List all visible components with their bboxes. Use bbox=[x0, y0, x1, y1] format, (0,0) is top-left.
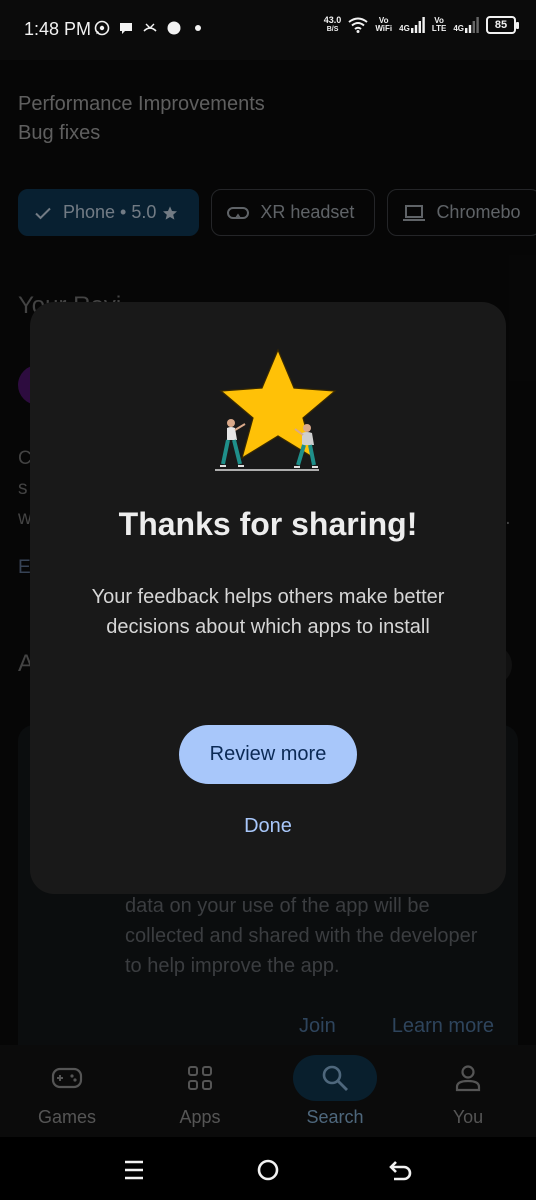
program-description: data on your use of the app will be coll… bbox=[125, 895, 478, 977]
nav-games[interactable]: Games bbox=[7, 1055, 127, 1135]
sim2-network: 4G bbox=[453, 24, 464, 33]
menu-button[interactable] bbox=[119, 1155, 149, 1185]
volte-bottom: LTE bbox=[431, 24, 447, 33]
chip-phone[interactable]: Phone • 5.0 bbox=[18, 189, 200, 236]
net-speed-value: 43.0 bbox=[323, 15, 342, 25]
nav-icon-container bbox=[426, 1055, 510, 1101]
wifi-icon bbox=[348, 17, 368, 33]
vowifi-label: Vo WiFi bbox=[375, 17, 392, 33]
chip-chromebook[interactable]: Chromebo bbox=[387, 189, 536, 236]
whats-new-line: Performance Improvements bbox=[18, 93, 265, 115]
nav-label: Apps bbox=[179, 1107, 221, 1127]
menu-icon bbox=[125, 1160, 143, 1180]
signal-bars-icon bbox=[465, 17, 479, 33]
dialog-message: Your feedback helps others make better d… bbox=[91, 586, 445, 638]
whats-new-text: Performance Improvements Bug fixes bbox=[18, 90, 265, 148]
text-fragment: s bbox=[18, 478, 28, 499]
chip-label: Phone • 5.0 bbox=[63, 202, 157, 222]
star-icon bbox=[163, 205, 178, 220]
chip-label: XR headset bbox=[260, 202, 355, 222]
nav-label: Games bbox=[37, 1107, 97, 1127]
vowifi-bottom: WiFi bbox=[375, 24, 393, 33]
home-icon bbox=[257, 1159, 279, 1181]
search-icon bbox=[322, 1065, 348, 1091]
net-speed: 43.0 B/S bbox=[324, 16, 342, 34]
signal-sim2: 4G bbox=[453, 17, 479, 33]
missed-call-icon bbox=[143, 23, 157, 32]
review-more-button[interactable]: Review more bbox=[179, 725, 357, 784]
signal-bars-icon bbox=[410, 17, 425, 33]
nav-label: You bbox=[452, 1107, 484, 1127]
check-icon bbox=[35, 207, 51, 219]
nav-apps[interactable]: Apps bbox=[140, 1055, 260, 1135]
learn-more-link[interactable]: Learn more bbox=[392, 1015, 494, 1038]
laptop-icon bbox=[403, 204, 426, 221]
circle-notification-icon bbox=[167, 21, 181, 35]
star-carried-by-people-illustration bbox=[215, 348, 337, 471]
apps-grid-icon bbox=[188, 1066, 212, 1090]
net-speed-unit: B/S bbox=[326, 26, 339, 33]
battery-level: 85 bbox=[494, 19, 508, 31]
nav-search[interactable]: Search bbox=[275, 1055, 395, 1135]
nav-icon-container bbox=[158, 1055, 242, 1101]
nav-label: Search bbox=[306, 1107, 364, 1127]
text-fragment: E bbox=[18, 557, 31, 578]
nav-icon-container bbox=[25, 1055, 109, 1101]
system-navigation-bar bbox=[0, 1137, 536, 1200]
gamepad-icon bbox=[51, 1067, 83, 1089]
back-button[interactable] bbox=[386, 1155, 416, 1185]
whats-new-line: Bug fixes bbox=[18, 122, 101, 144]
dialog-title: Thanks for sharing! bbox=[118, 506, 418, 542]
done-button[interactable]: Done bbox=[218, 806, 318, 846]
chip-xr-headset[interactable]: XR headset bbox=[211, 189, 376, 236]
thanks-dialog: Thanks for sharing! Your feedback helps … bbox=[30, 302, 506, 894]
home-button[interactable] bbox=[253, 1155, 283, 1185]
chip-label: Chromebo bbox=[436, 202, 521, 222]
signal-sim1: 4G bbox=[399, 17, 425, 33]
join-link[interactable]: Join bbox=[299, 1015, 336, 1038]
program-actions: Join Learn more bbox=[18, 1015, 494, 1038]
status-time: 1:48 PM bbox=[24, 19, 92, 39]
back-icon bbox=[389, 1161, 412, 1181]
vr-headset-icon bbox=[227, 206, 250, 219]
battery-icon: 85 bbox=[486, 16, 519, 34]
status-right: 43.0 B/S Vo WiFi 4G Vo LTE 4G 85 bbox=[324, 16, 519, 34]
status-bar: 1:48 PM 43.0 B/S Vo WiFi 4G Vo LTE 4G 85 bbox=[0, 0, 536, 60]
person-icon bbox=[455, 1065, 481, 1092]
dot-icon bbox=[195, 25, 201, 31]
nav-you[interactable]: You bbox=[408, 1055, 528, 1135]
nav-icon-container bbox=[293, 1055, 377, 1101]
device-chips: Phone • 5.0 XR headset Chromebo bbox=[18, 189, 536, 236]
notification-icons bbox=[94, 20, 206, 36]
sim1-network: 4G bbox=[399, 24, 410, 33]
whatsapp-icon bbox=[94, 20, 110, 36]
volte-label: Vo LTE bbox=[432, 17, 447, 33]
bottom-navigation: Games Apps Search You bbox=[0, 1045, 536, 1137]
chat-icon bbox=[120, 23, 132, 34]
